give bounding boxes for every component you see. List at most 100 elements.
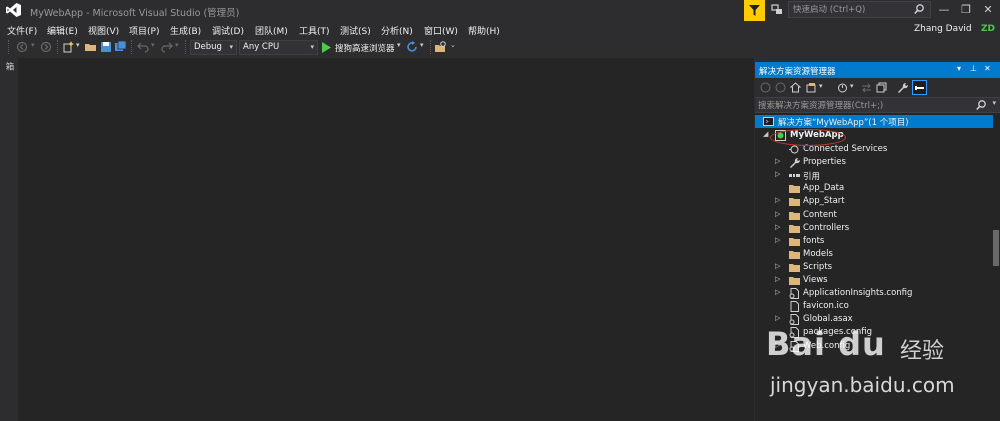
browser-link-refresh-icon[interactable] xyxy=(406,41,418,53)
config-file-icon xyxy=(789,288,799,300)
close-button[interactable]: ✕ xyxy=(977,0,999,20)
config-file-icon xyxy=(789,314,799,326)
redo-icon[interactable] xyxy=(161,41,173,53)
find-in-files-icon[interactable] xyxy=(435,41,447,53)
menu-edit[interactable]: 编辑(E) xyxy=(47,24,78,37)
tree-item-favicon-ico[interactable]: favicon.ico xyxy=(755,300,993,313)
menu-window[interactable]: 窗口(W) xyxy=(424,24,458,37)
menu-build[interactable]: 生成(B) xyxy=(170,24,201,37)
open-file-icon[interactable] xyxy=(85,41,97,53)
tree-item-controllers[interactable]: ▷ Controllers xyxy=(755,222,993,235)
folder-icon xyxy=(789,250,800,259)
folder-icon xyxy=(789,263,800,272)
expand-arrow-icon[interactable]: ▷ xyxy=(775,236,780,244)
tree-item-solution[interactable]: 解决方案“MyWebApp”(1 个项目) xyxy=(755,115,993,128)
search-icon[interactable] xyxy=(914,4,924,15)
collapse-arrow-icon[interactable]: ◢ xyxy=(763,130,768,138)
preview-selected-items-button[interactable] xyxy=(912,80,927,95)
expand-arrow-icon[interactable]: ▷ xyxy=(775,223,780,231)
expand-arrow-icon[interactable]: ▷ xyxy=(775,314,780,322)
tree-item-label: ApplicationInsights.config xyxy=(803,288,913,299)
avatar[interactable]: ZD xyxy=(979,21,997,38)
file-icon xyxy=(790,301,799,313)
menu-test[interactable]: 测试(S) xyxy=(340,24,371,37)
tree-item-app-data[interactable]: App_Data xyxy=(755,182,993,195)
tree-item-label: Controllers xyxy=(803,222,850,233)
menu-team[interactable]: 团队(M) xyxy=(255,24,288,37)
toolbar-grip[interactable] xyxy=(8,40,11,54)
tree-item-models[interactable]: Models xyxy=(755,248,993,261)
menu-file[interactable]: 文件(F) xyxy=(7,24,37,37)
save-icon[interactable] xyxy=(100,41,112,53)
tree-item-content[interactable]: ▷ Content xyxy=(755,209,993,222)
forward-icon[interactable] xyxy=(775,82,786,93)
switch-views-dropdown-icon[interactable]: ▾ xyxy=(819,82,830,93)
auto-hide-pin-button[interactable]: ⊥ xyxy=(970,64,977,73)
toolbox-tab[interactable]: 工具箱 xyxy=(3,62,26,86)
new-project-icon[interactable] xyxy=(63,41,75,53)
solution-explorer-search[interactable]: ▾ xyxy=(755,97,1000,113)
tree-item-label: 解决方案“MyWebApp”(1 个项目) xyxy=(778,118,909,128)
title-bar: MyWebApp - Microsoft Visual Studio (管理员)… xyxy=(0,0,1000,21)
undo-icon[interactable] xyxy=(137,41,149,53)
pending-changes-dropdown-icon[interactable]: ▾ xyxy=(850,82,861,93)
save-all-icon[interactable] xyxy=(115,41,127,53)
switch-views-icon[interactable] xyxy=(806,82,817,93)
pending-changes-filter-icon[interactable] xyxy=(837,82,848,93)
expand-arrow-icon[interactable]: ▷ xyxy=(775,262,780,270)
account-user-name[interactable]: Zhang David xyxy=(914,24,972,34)
start-debugging-icon[interactable] xyxy=(322,41,331,54)
navigate-back-icon[interactable] xyxy=(16,41,28,53)
menu-project[interactable]: 项目(P) xyxy=(129,24,159,37)
solution-explorer-scrollbar[interactable] xyxy=(993,230,999,266)
expand-arrow-icon[interactable]: ▷ xyxy=(775,196,780,204)
collapse-all-icon[interactable] xyxy=(876,82,887,93)
minimize-button[interactable]: — xyxy=(933,0,955,20)
tree-item-app-start[interactable]: ▷ App_Start xyxy=(755,195,993,208)
menu-view[interactable]: 视图(V) xyxy=(88,24,119,37)
menu-help[interactable]: 帮助(H) xyxy=(468,24,500,37)
tree-item-label: App_Start xyxy=(803,196,845,207)
navigate-forward-icon[interactable] xyxy=(40,41,52,53)
search-options-dropdown-icon[interactable]: ▾ xyxy=(992,99,996,107)
menu-tools[interactable]: 工具(T) xyxy=(299,24,330,37)
feedback-icon[interactable] xyxy=(771,4,783,16)
expand-arrow-icon[interactable]: ▷ xyxy=(775,275,780,283)
window-position-button[interactable]: ▾ xyxy=(957,64,961,73)
start-debugging-button[interactable]: 搜狗高速浏览器 xyxy=(335,42,395,54)
expand-arrow-icon[interactable]: ▷ xyxy=(775,157,780,165)
tree-item-[interactable]: ▷ 引用 xyxy=(755,169,993,182)
tree-item-views[interactable]: ▷ Views xyxy=(755,274,993,287)
quick-launch-box[interactable] xyxy=(788,1,931,18)
back-icon[interactable] xyxy=(760,82,771,93)
tree-item-label: Views xyxy=(803,275,828,285)
tree-item-label: 引用 xyxy=(803,172,821,183)
quick-launch-input[interactable] xyxy=(793,3,908,16)
tree-item-label: fonts xyxy=(803,235,825,246)
solution-platform-dropdown[interactable]: Any CPU ▾ xyxy=(239,40,318,55)
properties-wrench-icon[interactable] xyxy=(897,82,908,93)
notifications-filter-button[interactable] xyxy=(744,0,765,21)
expand-arrow-icon[interactable]: ▷ xyxy=(775,170,780,178)
expand-arrow-icon[interactable]: ▷ xyxy=(775,288,780,296)
restore-button[interactable]: ❐ xyxy=(955,0,977,20)
toolbar-overflow-icon[interactable]: ⌄ xyxy=(450,41,462,53)
menu-analyze[interactable]: 分析(N) xyxy=(381,24,413,37)
solution-configuration-dropdown[interactable]: Debug ▾ xyxy=(190,40,237,55)
solution-explorer-search-input[interactable] xyxy=(758,99,958,112)
tree-item-properties[interactable]: ▷ Properties xyxy=(755,156,993,169)
platform-value: Any CPU xyxy=(243,42,280,52)
tree-item-scripts[interactable]: ▷ Scripts xyxy=(755,261,993,274)
menu-debug[interactable]: 调试(D) xyxy=(212,24,244,37)
close-panel-button[interactable]: ✕ xyxy=(984,64,991,73)
solution-icon xyxy=(763,117,774,126)
home-icon[interactable] xyxy=(790,82,801,93)
sync-with-active-document-icon[interactable] xyxy=(861,82,872,93)
search-icon[interactable] xyxy=(976,100,986,111)
tree-item-fonts[interactable]: ▷ fonts xyxy=(755,235,993,248)
tree-item-applicationinsights-config[interactable]: ▷ ApplicationInsights.config xyxy=(755,287,993,300)
expand-arrow-icon[interactable]: ▷ xyxy=(775,210,780,218)
solution-explorer-toolbar: ▾ ▾ xyxy=(755,78,1000,97)
toolbar-separator xyxy=(57,40,60,54)
folder-icon xyxy=(789,237,800,246)
